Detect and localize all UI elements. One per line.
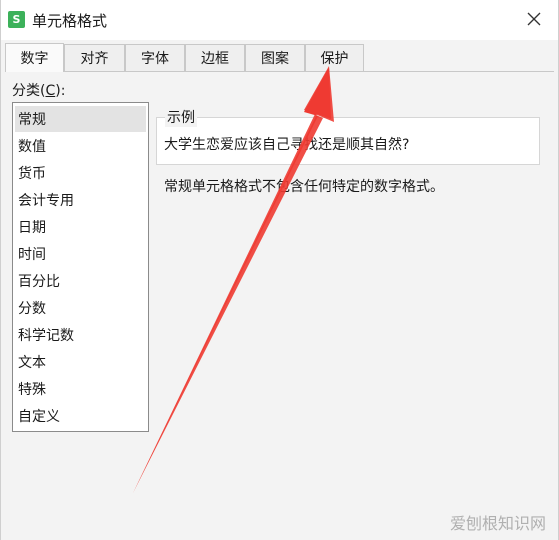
- tab-border[interactable]: 边框: [185, 44, 245, 71]
- close-button[interactable]: [524, 9, 544, 29]
- watermark: 爱刨根知识网: [449, 514, 546, 533]
- list-item-general[interactable]: 常规: [15, 106, 146, 132]
- category-label-prefix: 分类(: [12, 83, 46, 99]
- list-item-percentage[interactable]: 百分比: [15, 268, 146, 294]
- format-cells-dialog: S 单元格格式 数字 对齐 字体 边框 图案 保护 分类(C): 常规 数值 货…: [0, 0, 559, 540]
- app-logo-icon: S: [8, 11, 25, 28]
- tab-font[interactable]: 字体: [125, 44, 185, 71]
- list-item-accounting[interactable]: 会计专用: [15, 187, 146, 213]
- list-item-currency[interactable]: 货币: [15, 160, 146, 186]
- list-item-fraction[interactable]: 分数: [15, 295, 146, 321]
- category-label-hotkey: C: [45, 83, 56, 99]
- category-list[interactable]: 常规 数值 货币 会计专用 日期 时间 百分比 分数 科学记数 文本 特殊 自定…: [12, 102, 149, 432]
- category-label-suffix: ):: [55, 83, 66, 99]
- title-bar: S 单元格格式: [1, 0, 558, 40]
- list-item-date[interactable]: 日期: [15, 214, 146, 240]
- tab-number[interactable]: 数字: [5, 43, 64, 72]
- list-item-time[interactable]: 时间: [15, 241, 146, 267]
- category-label: 分类(C):: [12, 80, 65, 100]
- list-item-number[interactable]: 数值: [15, 133, 146, 159]
- close-icon: [527, 12, 541, 26]
- sample-box: 大学生恋爱应该自己寻找还是顺其自然?: [156, 117, 540, 165]
- tab-alignment[interactable]: 对齐: [64, 44, 125, 71]
- tab-divider: [5, 71, 554, 72]
- list-item-text[interactable]: 文本: [15, 349, 146, 375]
- format-description: 常规单元格格式不包含任何特定的数字格式。: [164, 179, 444, 195]
- dialog-title: 单元格格式: [32, 12, 108, 30]
- sample-text: 大学生恋爱应该自己寻找还是顺其自然?: [164, 137, 410, 153]
- tab-protection[interactable]: 保护: [305, 44, 364, 71]
- sample-legend: 示例: [165, 107, 197, 127]
- tab-pattern[interactable]: 图案: [245, 44, 305, 71]
- list-item-custom[interactable]: 自定义: [15, 403, 146, 429]
- list-item-scientific[interactable]: 科学记数: [15, 322, 146, 348]
- list-item-special[interactable]: 特殊: [15, 376, 146, 402]
